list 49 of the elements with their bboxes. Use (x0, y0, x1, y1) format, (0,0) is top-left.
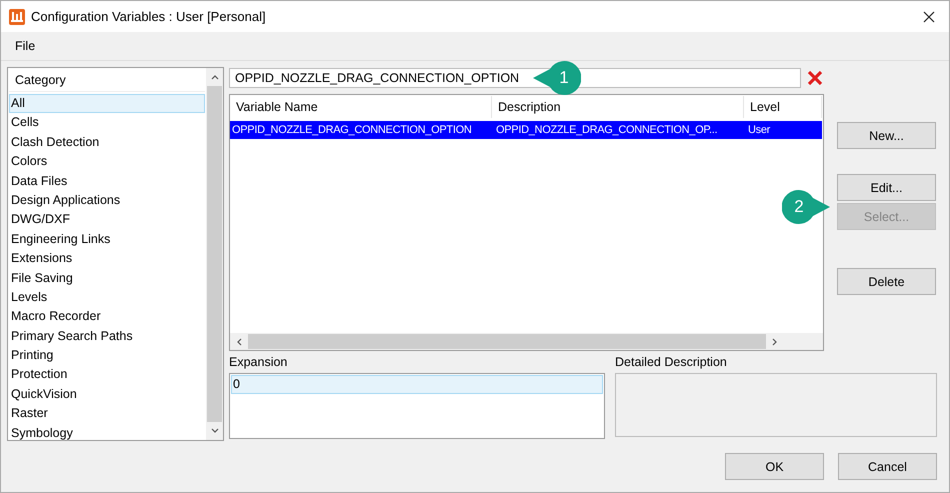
category-item[interactable]: Cells (9, 113, 205, 133)
category-item[interactable]: Data Files (9, 172, 205, 191)
dialog-button[interactable]: New... (837, 122, 936, 149)
category-item[interactable]: Extensions (9, 249, 205, 269)
category-item[interactable]: Protection (9, 365, 205, 385)
column-header[interactable]: Variable Name (230, 96, 492, 118)
table-cell-text: OPPID_NOZZLE_DRAG_CONNECTION_OPTION (231, 124, 472, 136)
category-item[interactable]: Engineering Links (9, 230, 205, 250)
description-label: Detailed Description (615, 355, 728, 371)
scroll-right-icon[interactable] (772, 338, 778, 346)
table-row[interactable]: OPPID_NOZZLE_DRAG_CONNECTION_OPTION OPPID_NOZZLE_DRAG_CONNECTION_OP... User (230, 121, 822, 139)
dialog-button[interactable]: Cancel (838, 453, 937, 480)
column-header[interactable]: Level (744, 96, 822, 118)
horizontal-scrollbar[interactable] (230, 333, 823, 350)
dialog-button[interactable]: Delete (837, 268, 936, 295)
callout-marker: 2 (782, 190, 830, 224)
vertical-scrollbar[interactable] (206, 68, 223, 440)
table-cell-text: OPPID_NOZZLE_DRAG_CONNECTION_OP... (495, 124, 718, 136)
scroll-left-icon[interactable] (236, 338, 242, 346)
category-item[interactable]: Clash Detection (9, 132, 205, 152)
scroll-thumb[interactable] (248, 334, 766, 349)
category-item[interactable]: Levels (9, 288, 205, 308)
dialog-button[interactable]: OK (725, 453, 824, 480)
scroll-down-icon[interactable] (210, 428, 218, 434)
category-item[interactable]: Printing (9, 346, 205, 366)
window-title: Configuration Variables : User [Personal] (31, 9, 267, 24)
table-cell-text: User (747, 124, 772, 136)
scroll-thumb[interactable] (207, 86, 222, 422)
callout-marker: 1 (533, 61, 581, 95)
category-item[interactable]: All (9, 94, 205, 114)
category-item[interactable]: DWG/DXF (9, 210, 205, 230)
category-item[interactable]: Raster (9, 404, 205, 424)
scroll-up-icon[interactable] (210, 74, 218, 80)
category-item[interactable]: QuickVision (9, 384, 205, 404)
expansion-label: Expansion (229, 355, 288, 371)
category-item[interactable]: File Saving (9, 268, 205, 288)
category-item[interactable]: Design Applications (9, 190, 205, 210)
expansion-item[interactable]: 0 (231, 375, 603, 394)
category-item[interactable]: Primary Search Paths (9, 326, 205, 346)
list-header: Category (9, 70, 205, 92)
column-header[interactable]: Description (492, 96, 744, 118)
app-icon (9, 8, 25, 24)
category-item[interactable]: Macro Recorder (9, 307, 205, 327)
menu-item[interactable]: File (9, 37, 42, 55)
close-icon[interactable] (923, 10, 935, 22)
category-item[interactable]: Colors (9, 152, 205, 172)
dialog-button[interactable]: Edit... (837, 174, 936, 201)
clear-icon[interactable] (807, 70, 823, 86)
category-item[interactable]: Symbology (9, 424, 205, 444)
